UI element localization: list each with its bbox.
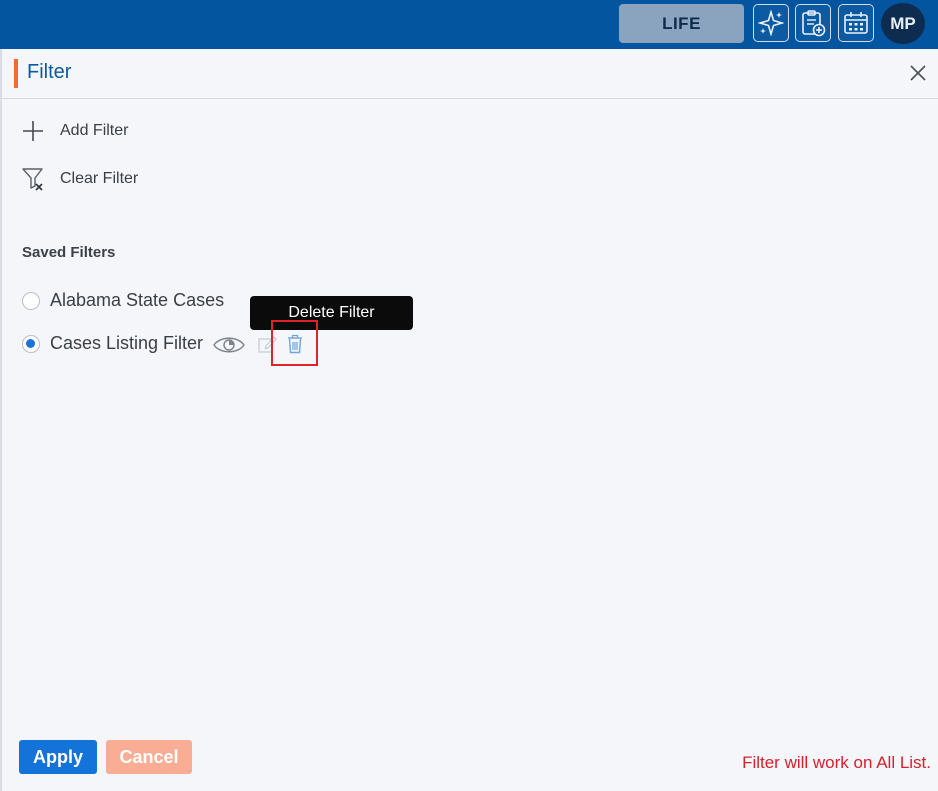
ai-assistant-button[interactable] (753, 4, 789, 42)
filter-panel-header: Filter (2, 49, 938, 99)
panel-title: Filter (27, 61, 72, 83)
saved-filter-label: Cases Listing Filter (50, 333, 204, 353)
add-task-button[interactable] (795, 4, 831, 42)
apply-button[interactable]: Apply (19, 740, 97, 774)
saved-filters-heading: Saved Filters (22, 244, 116, 261)
saved-filter-radio[interactable] (22, 291, 40, 310)
highlight-box (271, 320, 318, 366)
saved-filter-item[interactable]: Cases Listing Filter (22, 333, 203, 354)
plus-icon (20, 118, 46, 144)
filter-panel (2, 49, 938, 791)
user-avatar[interactable]: MP (881, 3, 925, 44)
clear-filter-label: Clear Filter (60, 170, 139, 187)
calendar-icon (844, 12, 868, 34)
calendar-button[interactable] (838, 4, 874, 42)
eye-icon (213, 337, 245, 353)
clipboard-add-icon (802, 10, 826, 37)
saved-filter-item[interactable]: Alabama State Cases (22, 290, 224, 311)
saved-filter-radio[interactable] (22, 334, 40, 353)
close-button[interactable] (907, 62, 929, 84)
product-switch-button[interactable]: LIFE (619, 4, 744, 43)
header-accent-bar (14, 59, 18, 88)
saved-filter-label: Alabama State Cases (50, 290, 225, 310)
clear-filter-button[interactable]: Clear Filter (20, 166, 138, 192)
add-filter-label: Add Filter (60, 122, 129, 139)
view-filter-button[interactable] (212, 333, 246, 357)
filter-scope-note: Filter will work on All List. (742, 753, 931, 772)
top-bar: LIFE MP (0, 0, 938, 49)
add-filter-button[interactable]: Add Filter (20, 118, 128, 144)
cancel-button[interactable]: Cancel (106, 740, 192, 774)
sparkle-icon (758, 10, 784, 36)
close-icon (910, 65, 926, 81)
clear-filter-icon (20, 166, 46, 192)
